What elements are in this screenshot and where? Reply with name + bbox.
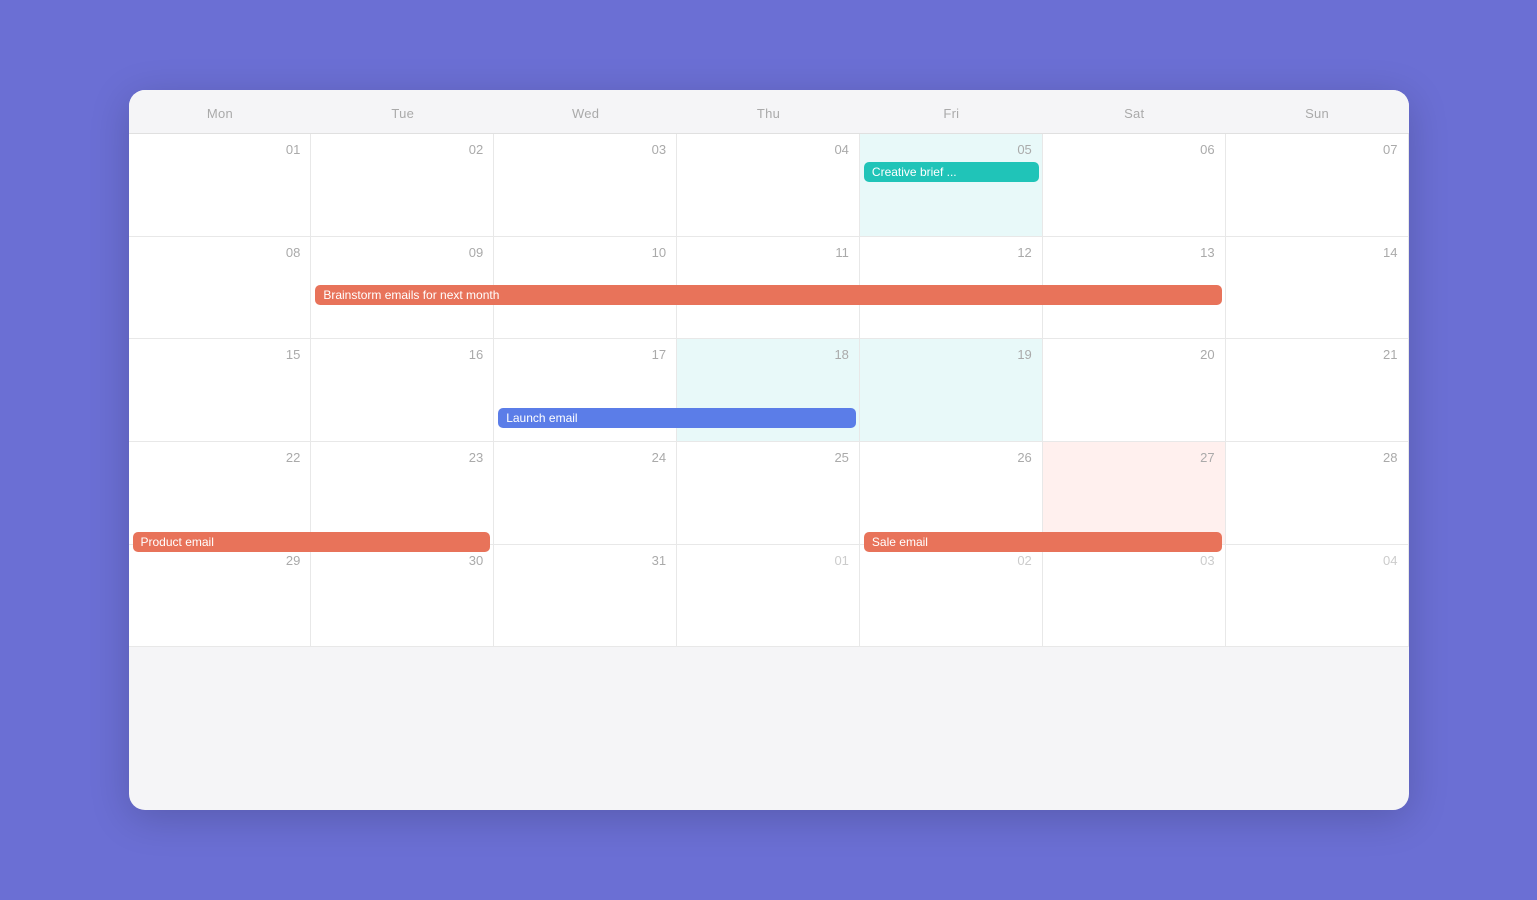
day-header-fri: Fri [860, 90, 1043, 133]
day-cell-15[interactable]: 15 [129, 339, 312, 442]
day-cell-26[interactable]: 26 [860, 442, 1043, 545]
day-cell-25[interactable]: 25 [677, 442, 860, 545]
day-header-sun: Sun [1226, 90, 1409, 133]
day-cell-08[interactable]: 08 [129, 237, 312, 340]
day-cell-02[interactable]: 02 [311, 134, 494, 237]
day-cell-03[interactable]: 03 [494, 134, 677, 237]
calendar-body: 01 02 03 04 05 06 07 08 09 10 11 12 13 1… [129, 134, 1409, 802]
day-cell-18[interactable]: 18 [677, 339, 860, 442]
day-cell-next-04[interactable]: 04 [1226, 545, 1409, 648]
day-cell-11[interactable]: 11 [677, 237, 860, 340]
day-cell-06[interactable]: 06 [1043, 134, 1226, 237]
day-cell-24[interactable]: 24 [494, 442, 677, 545]
day-cell-04[interactable]: 04 [677, 134, 860, 237]
day-cell-next-02[interactable]: 02 [860, 545, 1043, 648]
day-cell-23[interactable]: 23 [311, 442, 494, 545]
day-cell-21[interactable]: 21 [1226, 339, 1409, 442]
calendar-container: Mon Tue Wed Thu Fri Sat Sun 01 02 03 04 … [129, 90, 1409, 810]
day-cell-01[interactable]: 01 [129, 134, 312, 237]
day-cell-19[interactable]: 19 [860, 339, 1043, 442]
day-cell-next-03[interactable]: 03 [1043, 545, 1226, 648]
day-cell-20[interactable]: 20 [1043, 339, 1226, 442]
day-cell-30[interactable]: 30 [311, 545, 494, 648]
day-cell-31[interactable]: 31 [494, 545, 677, 648]
day-cell-05[interactable]: 05 [860, 134, 1043, 237]
day-cell-14[interactable]: 14 [1226, 237, 1409, 340]
day-cell-29[interactable]: 29 [129, 545, 312, 648]
day-cell-22[interactable]: 22 [129, 442, 312, 545]
day-header-wed: Wed [494, 90, 677, 133]
day-header-tue: Tue [311, 90, 494, 133]
day-cell-09[interactable]: 09 [311, 237, 494, 340]
day-header-sat: Sat [1043, 90, 1226, 133]
day-cell-10[interactable]: 10 [494, 237, 677, 340]
day-cell-07[interactable]: 07 [1226, 134, 1409, 237]
day-cell-28[interactable]: 28 [1226, 442, 1409, 545]
day-header-mon: Mon [129, 90, 312, 133]
day-cell-next-01[interactable]: 01 [677, 545, 860, 648]
day-cell-12[interactable]: 12 [860, 237, 1043, 340]
day-cell-27[interactable]: 27 [1043, 442, 1226, 545]
day-cell-13[interactable]: 13 [1043, 237, 1226, 340]
day-cell-17[interactable]: 17 [494, 339, 677, 442]
day-cell-16[interactable]: 16 [311, 339, 494, 442]
calendar-header: Mon Tue Wed Thu Fri Sat Sun [129, 90, 1409, 134]
calendar-grid: 01 02 03 04 05 06 07 08 09 10 11 12 13 1… [129, 134, 1409, 750]
day-header-thu: Thu [677, 90, 860, 133]
